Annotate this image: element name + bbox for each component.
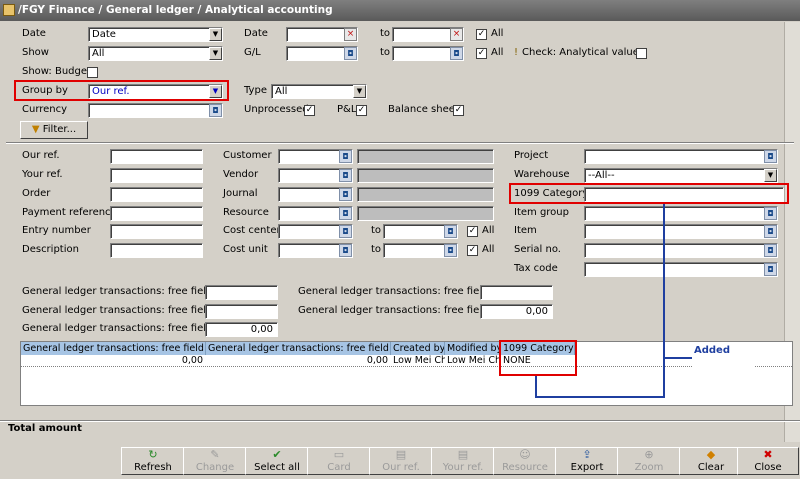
export-icon: ⇪ bbox=[582, 448, 592, 461]
edit-icon: ✎ bbox=[210, 448, 220, 461]
resource-button[interactable]: ☺ Resource bbox=[493, 447, 557, 475]
your-ref-button[interactable]: ▤ Your ref. bbox=[431, 447, 495, 475]
total-amount-label: Total amount bbox=[8, 423, 82, 434]
annotation-connector bbox=[535, 204, 692, 398]
person-icon: ☺ bbox=[519, 448, 531, 461]
card-button[interactable]: ▭ Card bbox=[307, 447, 371, 475]
change-button[interactable]: ✎ Change bbox=[183, 447, 247, 475]
close-button[interactable]: ✖ Close bbox=[737, 447, 799, 475]
zoom-button[interactable]: ⊕ Zoom bbox=[617, 447, 681, 475]
document-icon: ▤ bbox=[457, 448, 469, 461]
document-icon: ▤ bbox=[395, 448, 407, 461]
eraser-icon: ◆ bbox=[706, 448, 716, 461]
check-all-icon: ✔ bbox=[272, 448, 282, 461]
select-all-button[interactable]: ✔ Select all bbox=[245, 447, 309, 475]
divider bbox=[0, 420, 800, 422]
our-ref-button[interactable]: ▤ Our ref. bbox=[369, 447, 433, 475]
clear-button[interactable]: ◆ Clear bbox=[679, 447, 743, 475]
close-icon: ✖ bbox=[763, 448, 773, 461]
refresh-button[interactable]: ↻ Refresh bbox=[121, 447, 185, 475]
zoom-icon: ⊕ bbox=[644, 448, 654, 461]
card-icon: ▭ bbox=[333, 448, 345, 461]
refresh-icon: ↻ bbox=[148, 448, 158, 461]
export-button[interactable]: ⇪ Export bbox=[555, 447, 619, 475]
